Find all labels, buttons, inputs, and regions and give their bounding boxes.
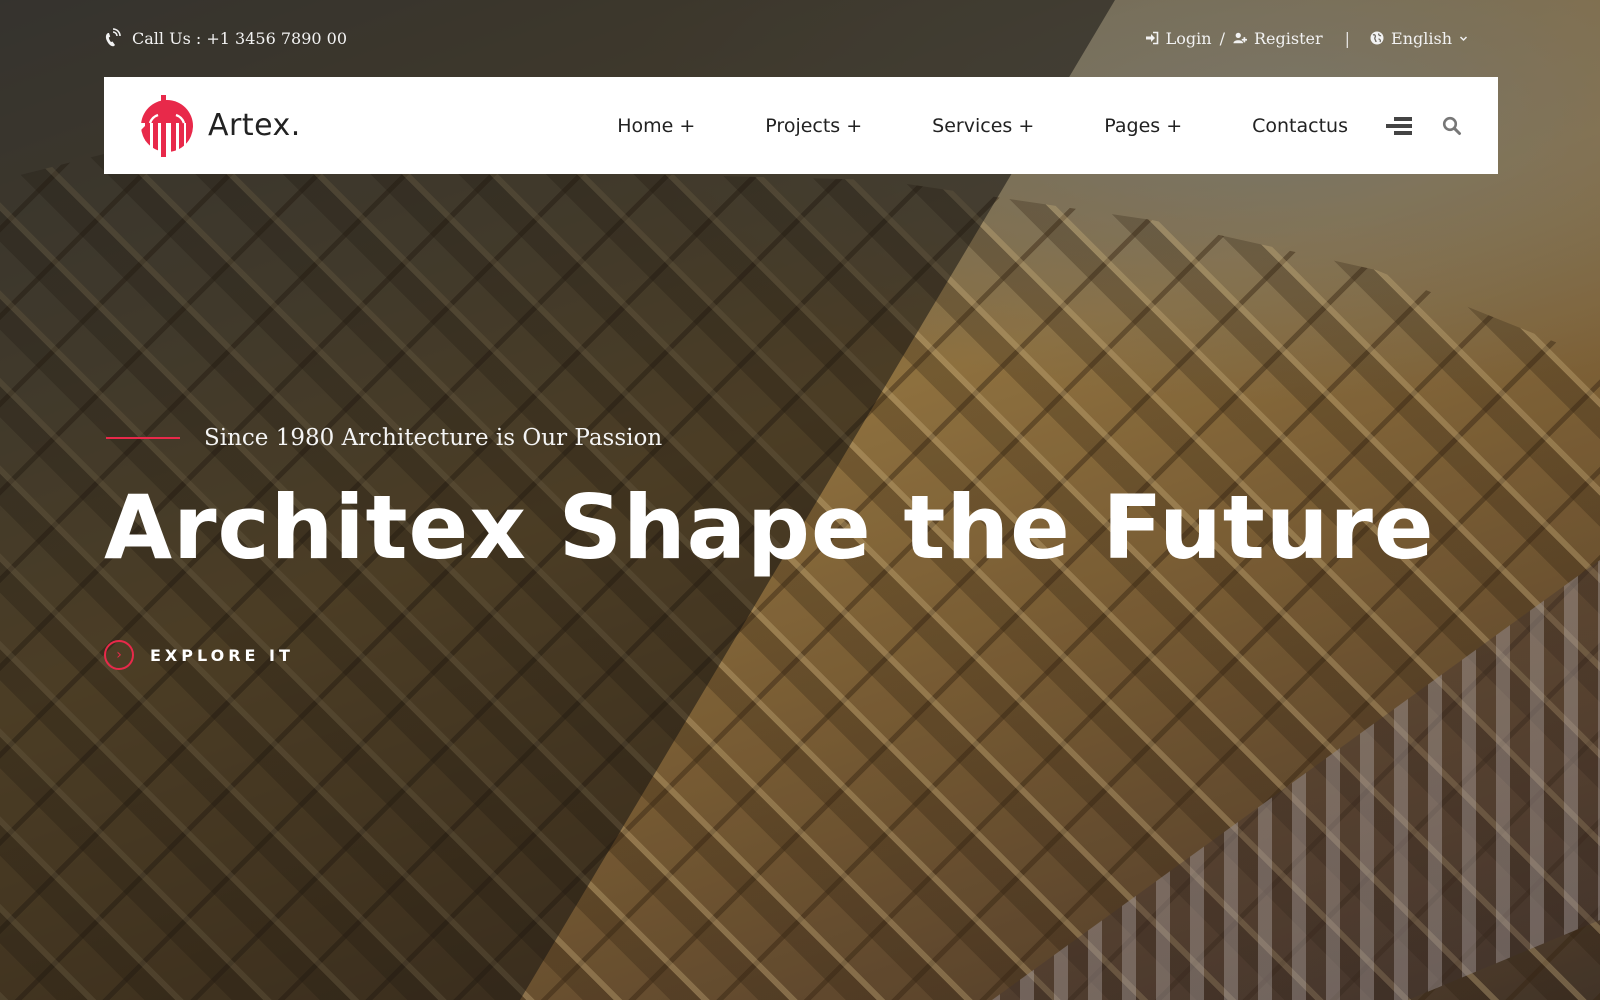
- account-links: Login / Register | English: [1145, 29, 1468, 48]
- brand-logo[interactable]: Artex.: [140, 94, 301, 157]
- language-label: English: [1391, 28, 1452, 48]
- sign-in-icon: [1145, 31, 1158, 45]
- nav-item-pages[interactable]: Pages +: [1104, 115, 1182, 137]
- nav-tools: [1386, 116, 1462, 136]
- brand-name: Artex.: [208, 108, 301, 143]
- explore-button[interactable]: › EXPLORE IT: [104, 640, 294, 670]
- hero-tagline: Since 1980 Architecture is Our Passion: [106, 425, 662, 451]
- user-plus-icon: [1233, 32, 1247, 44]
- language-selector[interactable]: English: [1370, 29, 1468, 48]
- register-link[interactable]: Register: [1233, 29, 1323, 48]
- tagline-text: Since 1980 Architecture is Our Passion: [204, 425, 663, 451]
- phone-number: Call Us : +1 3456 7890 00: [132, 28, 347, 48]
- login-link[interactable]: Login: [1145, 29, 1212, 48]
- hamburger-menu-icon[interactable]: [1386, 116, 1412, 135]
- search-icon[interactable]: [1442, 116, 1462, 136]
- contact-info: Call Us : +1 3456 7890 00: [104, 28, 347, 48]
- nav-item-projects[interactable]: Projects +: [765, 115, 862, 137]
- hero-headline: Architex Shape the Future: [104, 476, 1435, 579]
- explore-label: EXPLORE IT: [150, 645, 294, 665]
- chevron-right-icon: ›: [104, 640, 134, 670]
- divider: |: [1344, 28, 1351, 48]
- main-navbar: Artex. Home + Projects + Services + Page…: [104, 77, 1498, 174]
- login-label: Login: [1165, 28, 1212, 48]
- building-circle-logo-icon: [141, 94, 193, 157]
- chevron-down-icon: [1459, 35, 1468, 41]
- nav-item-home[interactable]: Home +: [617, 115, 695, 137]
- accent-line: [106, 437, 180, 439]
- nav-item-contactus[interactable]: Contactus: [1252, 115, 1348, 137]
- separator: /: [1219, 28, 1225, 48]
- top-bar: Call Us : +1 3456 7890 00 Login / Regist…: [104, 24, 1468, 52]
- nav-item-services[interactable]: Services +: [932, 115, 1034, 137]
- globe-icon: [1370, 31, 1384, 45]
- nav-menu: Home + Projects + Services + Pages + Con…: [617, 115, 1462, 137]
- phone-icon: [105, 28, 121, 47]
- register-label: Register: [1253, 28, 1323, 48]
